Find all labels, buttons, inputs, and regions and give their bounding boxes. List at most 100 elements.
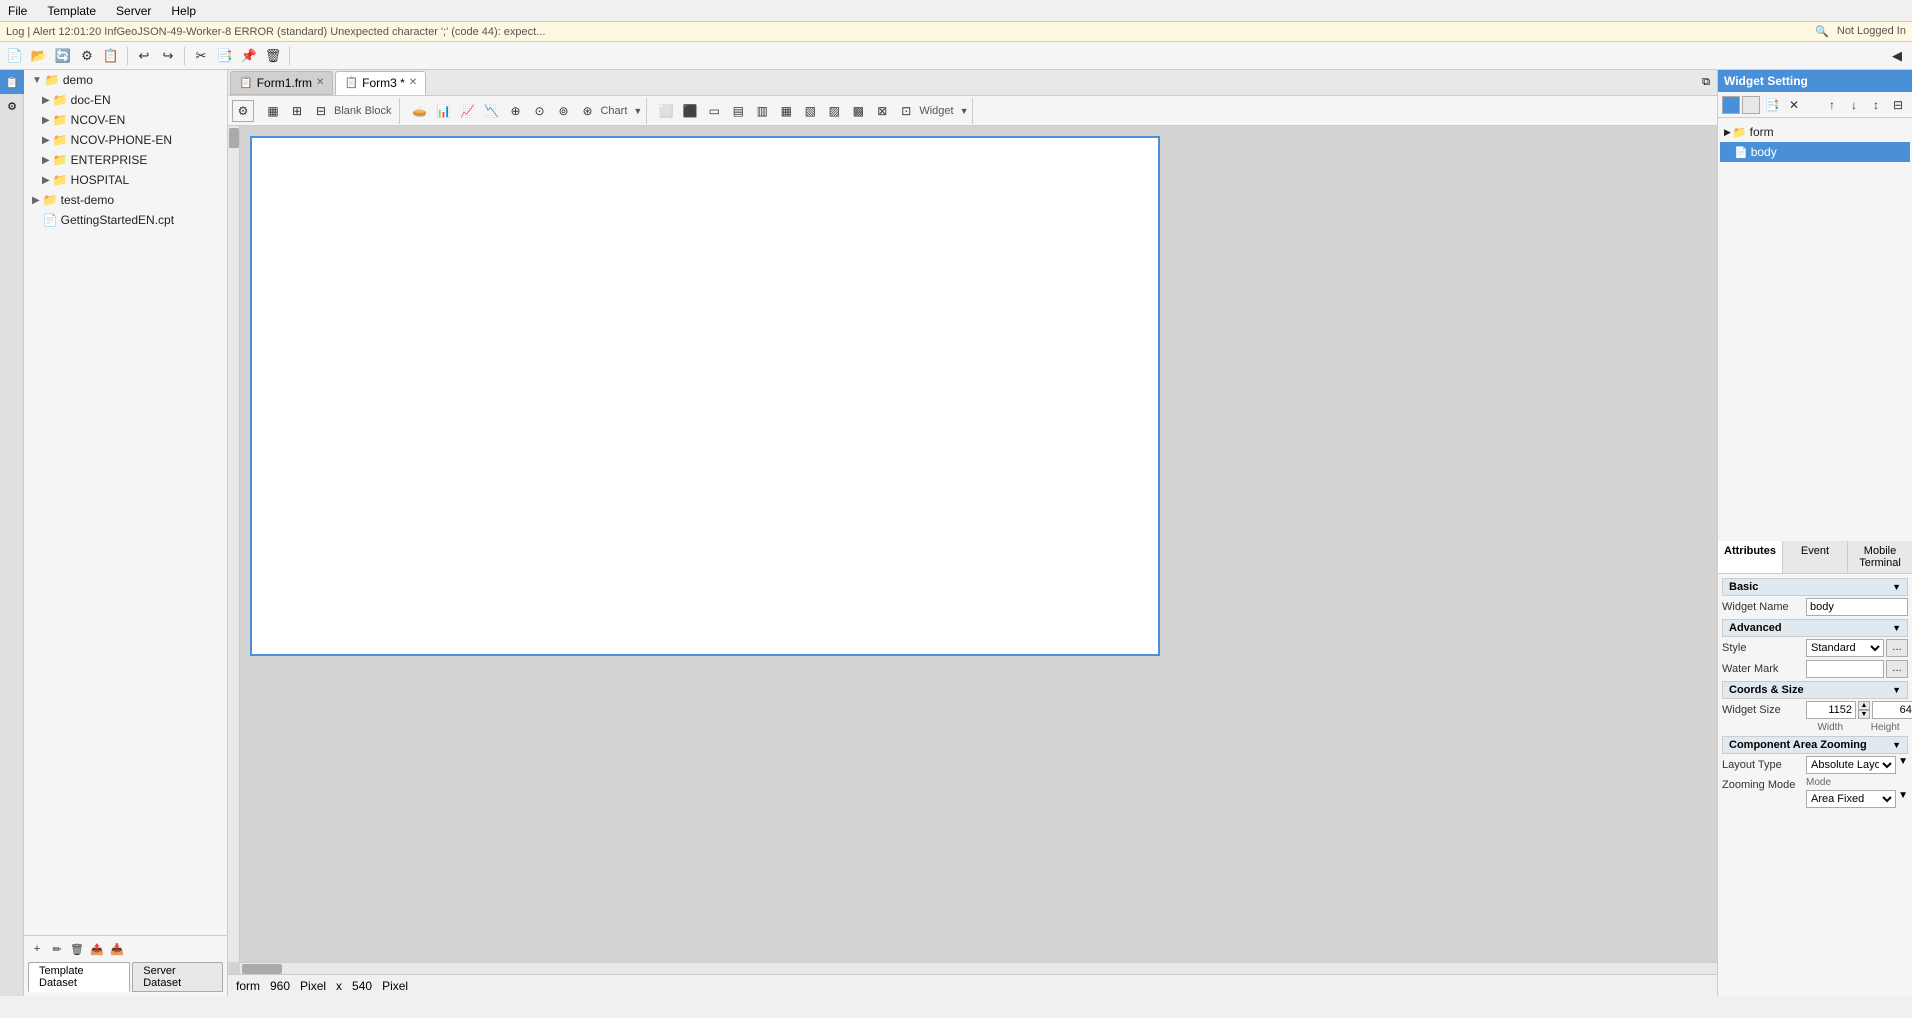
copy-button[interactable]: 📑 (214, 45, 236, 67)
menu-server[interactable]: Server (112, 2, 155, 20)
tree-item-ncov-phone-en[interactable]: ▶ 📁 NCOV-PHONE-EN (24, 130, 227, 150)
tab-restore-button[interactable]: ⧉ (1697, 74, 1715, 92)
form-canvas[interactable] (250, 136, 1160, 656)
open-button[interactable]: 📂 (28, 45, 50, 67)
widget-size-row: Widget Size ▲ ▼ (1722, 701, 1908, 719)
widget-btn8[interactable]: ▨ (823, 100, 845, 122)
import-dataset-button[interactable]: 📥 (108, 940, 126, 958)
canvas-scroll-vertical[interactable] (228, 126, 240, 962)
widget-btn1[interactable]: ⬜ (655, 100, 677, 122)
chart-btn-bar[interactable]: 📊 (432, 100, 454, 122)
menu-help[interactable]: Help (167, 2, 200, 20)
basic-section-header[interactable]: Basic ▼ (1722, 578, 1908, 596)
chart-btn-scatter[interactable]: ⊕ (504, 100, 526, 122)
icon-btn-1[interactable]: ⚙ (76, 45, 98, 67)
delete-button[interactable]: 🗑 (262, 45, 284, 67)
rp-collapse-button[interactable]: ⊟ (1888, 95, 1908, 115)
chart-btn-more[interactable]: ⊚ (552, 100, 574, 122)
undo-button[interactable]: ↩ (133, 45, 155, 67)
zooming-mode-select[interactable]: Area Fixed (1806, 790, 1896, 808)
widget-btn7[interactable]: ▧ (799, 100, 821, 122)
tree-label-enterprise: ENTERPRISE (71, 153, 148, 167)
watermark-label: Water Mark (1722, 663, 1802, 675)
tree-item-enterprise[interactable]: ▶ 📁 ENTERPRISE (24, 150, 227, 170)
tab-form3[interactable]: 📋 Form3 * ✕ (335, 71, 426, 95)
widget-width-input[interactable] (1806, 701, 1856, 719)
blank-block-btn2[interactable]: ⊞ (286, 100, 308, 122)
rp-copy-button[interactable]: 📑 (1762, 95, 1782, 115)
cut-button[interactable]: ✂ (190, 45, 212, 67)
rp-icon-gray[interactable] (1742, 96, 1760, 114)
new-button[interactable]: 📄 (4, 45, 26, 67)
redo-button[interactable]: ↪ (157, 45, 179, 67)
style-more-button[interactable]: … (1886, 639, 1908, 657)
rp-down-button[interactable]: ↓ (1844, 95, 1864, 115)
paste-button[interactable]: 📌 (238, 45, 260, 67)
tab-form1[interactable]: 📋 Form1.frm ✕ (230, 71, 333, 95)
server-dataset-tab[interactable]: Server Dataset (132, 962, 223, 992)
widget-name-input[interactable] (1806, 598, 1908, 616)
close-tab-form1[interactable]: ✕ (316, 77, 324, 88)
search-icon[interactable]: 🔍 (1815, 25, 1829, 38)
widget-btn5[interactable]: ▥ (751, 100, 773, 122)
chart-btn-pie[interactable]: 🥧 (408, 100, 430, 122)
tab-mobile-terminal[interactable]: Mobile Terminal (1848, 541, 1912, 573)
chart-dropdown-arrow[interactable]: ▼ (633, 106, 642, 116)
parameters-button[interactable]: ⚙ (232, 100, 254, 122)
sidebar-params-icon[interactable]: ⚙ (0, 94, 24, 118)
watermark-more-button[interactable]: … (1886, 660, 1908, 678)
delete-dataset-button[interactable]: 🗑 (68, 940, 86, 958)
rp-expand-button[interactable]: ↕ (1866, 95, 1886, 115)
component-area-zooming-header[interactable]: Component Area Zooming ▼ (1722, 736, 1908, 754)
widget-btn2[interactable]: ⬛ (679, 100, 701, 122)
template-dataset-tab[interactable]: Template Dataset (28, 962, 130, 992)
chart-btn-gauge[interactable]: ⊙ (528, 100, 550, 122)
tree-item-hospital[interactable]: ▶ 📁 HOSPITAL (24, 170, 227, 190)
widget-btn4[interactable]: ▤ (727, 100, 749, 122)
blank-block-btn3[interactable]: ⊟ (310, 100, 332, 122)
menu-template[interactable]: Template (43, 2, 100, 20)
chart-btn-area[interactable]: 📉 (480, 100, 502, 122)
style-select[interactable]: Standard (1806, 639, 1884, 657)
advanced-section-header[interactable]: Advanced ▼ (1722, 619, 1908, 637)
collapse-sidebar-button[interactable]: ◀ (1886, 45, 1908, 67)
tree-item-doc-en[interactable]: ▶ 📁 doc-EN (24, 90, 227, 110)
width-decrement[interactable]: ▼ (1858, 710, 1870, 719)
chart-btn-line[interactable]: 📈 (456, 100, 478, 122)
menu-file[interactable]: File (4, 2, 31, 20)
chart-btn-extra[interactable]: ⊛ (576, 100, 598, 122)
rp-icon-blue[interactable] (1722, 96, 1740, 114)
close-tab-form3[interactable]: ✕ (409, 77, 417, 88)
watermark-input[interactable] (1806, 660, 1884, 678)
canvas-scroll-horizontal[interactable] (240, 962, 1717, 974)
sidebar-form-icon[interactable]: 📋 (0, 70, 24, 94)
tree-item-ncov-en[interactable]: ▶ 📁 NCOV-EN (24, 110, 227, 130)
tree-item-test-demo[interactable]: ▶ 📁 test-demo (24, 190, 227, 210)
rp-delete-button[interactable]: ✕ (1784, 95, 1804, 115)
widget-height-input[interactable] (1872, 701, 1912, 719)
layout-type-dropdown-arrow[interactable]: ▼ (1898, 756, 1908, 774)
coords-size-section-header[interactable]: Coords & Size ▼ (1722, 681, 1908, 699)
widget-dropdown-arrow[interactable]: ▼ (960, 106, 969, 116)
widget-btn3[interactable]: ▭ (703, 100, 725, 122)
rt-item-body[interactable]: 📄 body (1720, 142, 1910, 162)
icon-btn-2[interactable]: 📋 (100, 45, 122, 67)
edit-dataset-button[interactable]: ✏ (48, 940, 66, 958)
add-dataset-button[interactable]: + (28, 940, 46, 958)
refresh-button[interactable]: 🔄 (52, 45, 74, 67)
layout-type-select[interactable]: Absolute Layout (1806, 756, 1896, 774)
rt-item-form[interactable]: ▶ 📁 form (1720, 122, 1910, 142)
widget-btn6[interactable]: ▦ (775, 100, 797, 122)
width-increment[interactable]: ▲ (1858, 701, 1870, 710)
zooming-mode-dropdown-arrow[interactable]: ▼ (1898, 790, 1908, 808)
tab-attributes[interactable]: Attributes (1718, 541, 1783, 573)
blank-block-btn1[interactable]: ▦ (262, 100, 284, 122)
export-dataset-button[interactable]: 📤 (88, 940, 106, 958)
tree-item-getting-started[interactable]: ▶ 📄 GettingStartedEN.cpt (24, 210, 227, 230)
widget-btn11[interactable]: ⊡ (895, 100, 917, 122)
tree-item-demo[interactable]: ▼ 📁 demo (24, 70, 227, 90)
tab-event[interactable]: Event (1783, 541, 1848, 573)
widget-btn9[interactable]: ▩ (847, 100, 869, 122)
rp-up-button[interactable]: ↑ (1822, 95, 1842, 115)
widget-btn10[interactable]: ⊠ (871, 100, 893, 122)
